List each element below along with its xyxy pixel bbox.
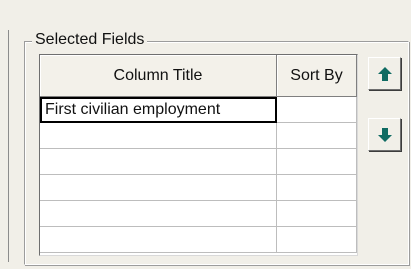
column-title-cell[interactable] xyxy=(40,123,277,149)
table-row[interactable] xyxy=(40,123,357,149)
sort-by-cell[interactable] xyxy=(277,149,357,175)
selected-fields-label: Selected Fields xyxy=(32,29,148,51)
sort-by-cell[interactable] xyxy=(277,227,357,253)
table-row[interactable] xyxy=(40,149,357,175)
arrow-up-icon xyxy=(377,66,392,81)
panel-left-edge xyxy=(8,30,9,262)
table-row[interactable] xyxy=(40,201,357,227)
sort-by-cell[interactable] xyxy=(277,97,357,123)
column-title-cell[interactable] xyxy=(40,175,277,201)
sort-by-header[interactable]: Sort By xyxy=(277,55,357,97)
table-row[interactable] xyxy=(40,227,357,253)
sort-by-cell[interactable] xyxy=(277,123,357,149)
selected-fields-grid[interactable]: Column Title Sort By First civilian empl… xyxy=(39,54,358,256)
column-title-cell[interactable]: First civilian employment xyxy=(40,97,277,123)
table-row[interactable]: First civilian employment xyxy=(40,97,357,123)
grid-header-row: Column Title Sort By xyxy=(40,55,357,97)
column-title-cell[interactable] xyxy=(40,201,277,227)
column-title-cell[interactable] xyxy=(40,149,277,175)
sort-by-cell[interactable] xyxy=(277,201,357,227)
move-up-button[interactable] xyxy=(368,57,401,90)
arrow-down-icon xyxy=(377,127,392,142)
column-title-header[interactable]: Column Title xyxy=(40,55,277,97)
sort-by-cell[interactable] xyxy=(277,175,357,201)
table-row[interactable] xyxy=(40,175,357,201)
column-title-cell[interactable] xyxy=(40,227,277,253)
move-down-button[interactable] xyxy=(368,118,401,151)
